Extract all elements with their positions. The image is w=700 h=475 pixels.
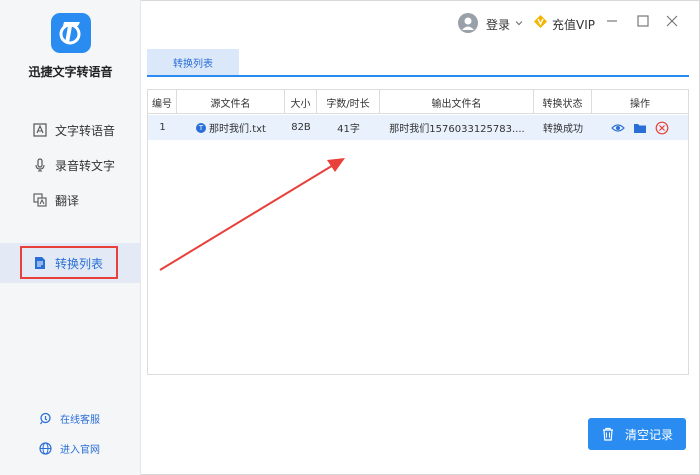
sidebar-item-text-to-speech[interactable]: 文字转语音 xyxy=(0,115,141,145)
source-filename: 那时我们.txt xyxy=(209,124,266,135)
cell-id: 1 xyxy=(159,122,166,133)
minimize-icon[interactable] xyxy=(605,14,619,28)
column-header-length: 字数/时长 xyxy=(317,90,380,114)
column-header-output: 输出文件名 xyxy=(380,90,534,114)
official-site-label: 进入官网 xyxy=(60,445,100,456)
cell-source: T 那时我们.txt xyxy=(177,115,285,140)
clear-records-button[interactable]: 清空记录 xyxy=(588,418,686,450)
annotation-arrow xyxy=(159,158,345,271)
recharge-vip-link[interactable]: 充值VIP xyxy=(552,16,595,33)
sidebar-item-translate[interactable]: 翻译 xyxy=(0,185,141,215)
trash-icon xyxy=(601,427,615,441)
sidebar: 迅捷文字转语音 文字转语音 录音转文字 翻译 转换列表 在线客服 进入官网 xyxy=(0,0,141,475)
sidebar-item-label: 录音转文字 xyxy=(55,158,116,173)
login-link[interactable]: 登录 xyxy=(486,16,510,33)
globe-icon xyxy=(39,442,52,455)
cell-status: 转换成功 xyxy=(543,124,583,135)
text-document-icon xyxy=(33,123,47,137)
microphone-icon xyxy=(33,158,47,172)
open-folder-icon[interactable] xyxy=(633,121,647,135)
column-header-source: 源文件名 xyxy=(177,90,285,114)
column-header-actions: 操作 xyxy=(630,98,650,110)
table-row[interactable]: 1 T 那时我们.txt 82B 41字 那时我们1576033125783..… xyxy=(148,115,688,140)
headset-icon xyxy=(39,412,52,425)
app-logo xyxy=(51,13,91,53)
maximize-icon[interactable] xyxy=(636,14,650,28)
preview-eye-icon[interactable] xyxy=(611,121,625,135)
chevron-down-icon[interactable] xyxy=(514,17,524,31)
text-file-icon: T xyxy=(196,122,207,133)
column-header-id: 编号 xyxy=(148,90,177,114)
sidebar-item-label: 翻译 xyxy=(55,193,80,208)
vip-icon xyxy=(533,14,548,32)
official-site-link[interactable]: 进入官网 xyxy=(39,441,100,456)
translate-icon xyxy=(33,193,47,207)
column-header-size: 大小 xyxy=(285,90,317,114)
sidebar-item-speech-to-text[interactable]: 录音转文字 xyxy=(0,150,141,180)
sidebar-item-label: 文字转语音 xyxy=(55,123,116,138)
cell-output: 那时我们1576033125783.... xyxy=(389,124,525,135)
app-name: 迅捷文字转语音 xyxy=(28,65,113,79)
cell-actions xyxy=(592,115,688,140)
cell-length: 41字 xyxy=(337,124,360,135)
delete-circle-icon[interactable] xyxy=(655,121,669,135)
clear-records-label: 清空记录 xyxy=(624,427,673,442)
annotation-highlight-box xyxy=(20,246,118,279)
column-header-status: 转换状态 xyxy=(534,90,592,114)
tab-bar: 转换列表 xyxy=(147,49,689,77)
tab-convert-list[interactable]: 转换列表 xyxy=(147,49,239,75)
online-support-label: 在线客服 xyxy=(60,415,100,426)
cell-size: 82B xyxy=(291,122,311,133)
user-avatar[interactable] xyxy=(458,13,478,33)
table-header: 编号 源文件名 大小 字数/时长 输出文件名 转换状态 操作 xyxy=(148,90,688,114)
online-support-link[interactable]: 在线客服 xyxy=(39,411,100,426)
close-icon[interactable] xyxy=(665,14,679,28)
